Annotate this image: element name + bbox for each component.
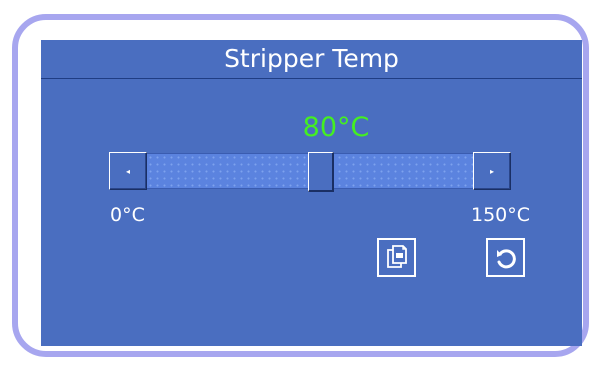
undo-icon bbox=[496, 248, 516, 268]
min-temperature-label: 0°C bbox=[110, 204, 145, 226]
temperature-value: 80°C bbox=[302, 112, 370, 143]
max-temperature-label: 150°C bbox=[471, 204, 531, 226]
slider-thumb[interactable] bbox=[307, 152, 334, 192]
settings-panel: Stripper Temp 80°C ◂ ▸ 0°C 150°C bbox=[41, 40, 582, 346]
right-arrow-icon: ▸ bbox=[489, 167, 494, 176]
increase-button[interactable]: ▸ bbox=[473, 152, 511, 190]
decrease-button[interactable]: ◂ bbox=[109, 152, 147, 190]
copy-button[interactable] bbox=[377, 238, 416, 277]
left-arrow-icon: ◂ bbox=[125, 167, 130, 176]
dialog-title: Stripper Temp bbox=[41, 40, 582, 79]
undo-button[interactable] bbox=[486, 238, 525, 277]
copy-icon bbox=[386, 244, 407, 268]
temperature-slider[interactable]: ◂ ▸ bbox=[109, 152, 511, 192]
